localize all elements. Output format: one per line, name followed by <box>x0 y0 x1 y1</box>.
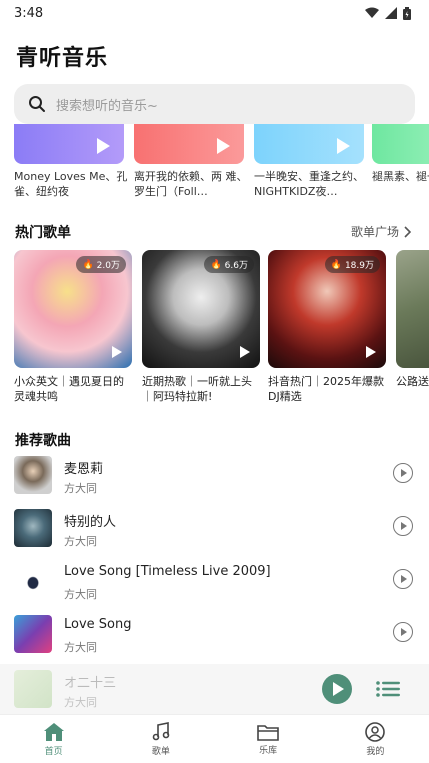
play-icon <box>97 138 110 154</box>
app-title: 青听音乐 <box>16 46 109 71</box>
signal-icon <box>385 7 397 19</box>
play-count-badge: 🔥 2.0万 <box>76 256 126 273</box>
playlist-title: 公路送烦 <box>396 375 429 388</box>
fire-icon: 🔥 <box>82 259 94 270</box>
user-icon <box>365 721 386 742</box>
play-button[interactable] <box>322 674 352 704</box>
wifi-icon <box>365 7 379 18</box>
banner-card[interactable]: Money Loves Me、孔雀、纽约夜 <box>14 124 127 199</box>
play-count: 6.6万 <box>224 261 248 271</box>
play-icon[interactable] <box>366 346 376 358</box>
tab-label: 歌单 <box>151 746 170 757</box>
playlist-square-label: 歌单广场 <box>350 225 399 239</box>
status-icons <box>365 6 411 20</box>
fire-icon: 🔥 <box>330 259 342 270</box>
playlist-card[interactable]: 🔥 6.6万 近期热歌｜一听就上头｜阿玛特拉斯! <box>142 250 260 404</box>
song-row[interactable]: Love Song 方大同 <box>0 611 429 663</box>
song-row[interactable]: 特别的人 方大同 <box>0 505 429 557</box>
song-cover <box>14 615 52 653</box>
play-count: 2.0万 <box>96 261 120 271</box>
play-circle-icon[interactable] <box>393 622 413 642</box>
play-icon[interactable] <box>240 346 250 358</box>
home-icon <box>43 722 64 741</box>
playlist-cover: 🔥 6.6万 <box>142 250 260 368</box>
playlist-title: 抖音热门｜2025年爆款DJ精选 <box>268 375 384 403</box>
search-bar[interactable]: 搜索想听的音乐~ <box>14 84 415 124</box>
tab-label: 我的 <box>366 746 385 757</box>
playlist-queue-icon[interactable] <box>376 680 400 698</box>
song-cover <box>14 562 52 600</box>
banner-title: 一半晚安、重逢之约、NIGHTKIDZ夜… <box>254 170 364 198</box>
song-name: 麦恩莉 <box>64 462 104 477</box>
search-placeholder: 搜索想听的音乐~ <box>56 98 158 114</box>
tab-home[interactable]: 首页 <box>0 715 107 763</box>
tab-playlists[interactable]: 歌单 <box>107 715 214 763</box>
hot-playlists[interactable]: 🔥 2.0万 小众英文｜遇见夏日的灵魂共鸣 🔥 6.6万 近期热歌｜一听就上头｜阿玛… <box>14 250 429 410</box>
play-circle-icon[interactable] <box>393 569 413 589</box>
bottom-tab-bar: 首页 歌单 乐库 我的 <box>0 714 429 763</box>
banner-card[interactable]: 褪黑素、褪一半晚安 <box>372 124 429 199</box>
banner-carousel[interactable]: Money Loves Me、孔雀、纽约夜 离开我的依赖、两 难、罗生门（Fol… <box>14 124 429 200</box>
song-artist: 方大同 <box>64 535 97 548</box>
banner-card[interactable]: 离开我的依赖、两 难、罗生门（Foll… <box>134 124 248 199</box>
banner-image <box>14 124 124 164</box>
playlist-square-link[interactable]: 歌单广场 <box>351 223 411 240</box>
play-count: 18.9万 <box>344 261 374 271</box>
song-row[interactable]: Love Song [Timeless Live 2009] 方大同 <box>0 558 429 610</box>
song-cover <box>14 456 52 494</box>
banner-image <box>134 124 244 164</box>
now-playing-title: オ二十三 <box>64 676 117 691</box>
song-artist: 方大同 <box>64 641 97 654</box>
playlist-cover: 🔥 18.9万 <box>268 250 386 368</box>
song-row[interactable]: 麦恩莉 方大同 <box>0 452 429 504</box>
banner-title: Money Loves Me、孔雀、纽约夜 <box>14 170 128 198</box>
play-icon <box>217 138 230 154</box>
status-time: 3:48 <box>14 5 44 21</box>
song-artist: 方大同 <box>64 482 97 495</box>
play-circle-icon[interactable] <box>393 516 413 536</box>
banner-title: 褪黑素、褪一半晚安 <box>372 170 429 183</box>
chevron-right-icon <box>404 225 411 238</box>
song-name: Love Song <box>64 617 132 632</box>
play-icon[interactable] <box>112 346 122 358</box>
banner-image <box>254 124 364 164</box>
now-playing-artist: 方大同 <box>64 696 97 709</box>
fire-icon: 🔥 <box>210 259 222 270</box>
recommended-songs-heading: 推荐歌曲 <box>15 433 71 449</box>
playlist-title: 小众英文｜遇见夏日的灵魂共鸣 <box>14 375 124 403</box>
playlist-title: 近期热歌｜一听就上头｜阿玛特拉斯! <box>142 375 252 403</box>
playlist-card[interactable]: 公路送烦 <box>396 250 429 404</box>
music-note-icon <box>152 721 170 740</box>
status-bar: 3:48 <box>0 0 429 26</box>
playlist-card[interactable]: 🔥 18.9万 抖音热门｜2025年爆款DJ精选 <box>268 250 386 404</box>
mini-player[interactable]: オ二十三 方大同 <box>0 664 429 714</box>
banner-title: 离开我的依赖、两 难、罗生门（Foll… <box>134 170 248 198</box>
folder-icon <box>257 724 279 741</box>
now-playing-cover <box>14 670 52 708</box>
song-artist: 方大同 <box>64 588 97 601</box>
battery-icon <box>403 6 411 20</box>
playlist-cover: 🔥 2.0万 <box>14 250 132 368</box>
song-cover <box>14 509 52 547</box>
banner-image <box>372 124 429 164</box>
playlist-cover <box>396 250 429 368</box>
song-name: 特别的人 <box>64 515 117 530</box>
play-icon <box>337 138 350 154</box>
tab-library[interactable]: 乐库 <box>215 715 322 763</box>
tab-label: 首页 <box>44 746 63 757</box>
tab-label: 乐库 <box>259 745 278 756</box>
tab-profile[interactable]: 我的 <box>322 715 429 763</box>
play-count-badge: 🔥 6.6万 <box>204 256 254 273</box>
banner-card[interactable]: 一半晚安、重逢之约、NIGHTKIDZ夜… <box>254 124 364 199</box>
play-circle-icon[interactable] <box>393 463 413 483</box>
song-name: Love Song [Timeless Live 2009] <box>64 564 271 579</box>
hot-playlists-heading: 热门歌单 <box>15 225 71 241</box>
playlist-card[interactable]: 🔥 2.0万 小众英文｜遇见夏日的灵魂共鸣 <box>14 250 132 404</box>
play-count-badge: 🔥 18.9万 <box>324 256 380 273</box>
search-icon <box>29 96 45 112</box>
